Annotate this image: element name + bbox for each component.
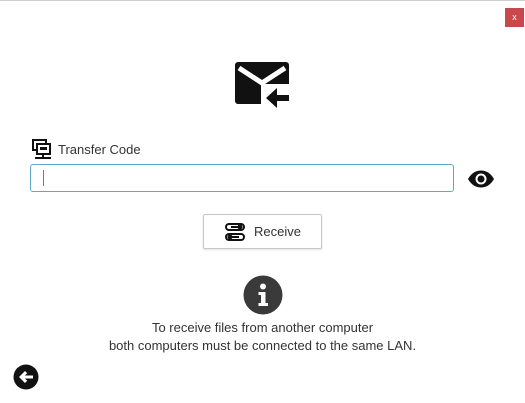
lan-icon bbox=[32, 139, 51, 159]
text-caret bbox=[43, 170, 44, 186]
transfer-code-label: Transfer Code bbox=[58, 141, 141, 157]
route-icon bbox=[225, 222, 246, 241]
lan-info-message: To receive files from another computer b… bbox=[0, 319, 525, 355]
transfer-code-input[interactable] bbox=[30, 164, 454, 192]
receive-button-label: Receive bbox=[254, 224, 301, 239]
close-button[interactable]: x bbox=[505, 8, 524, 27]
mark-email-received-icon bbox=[235, 62, 291, 114]
info-circle-icon bbox=[243, 275, 283, 315]
info-line-2: both computers must be connected to the … bbox=[108, 338, 417, 353]
window-top-border bbox=[0, 0, 525, 1]
eye-icon[interactable] bbox=[467, 170, 495, 188]
receive-button[interactable]: Receive bbox=[203, 214, 322, 249]
arrow-left-circle-icon[interactable] bbox=[13, 364, 39, 390]
transfer-code-label-row: Transfer Code bbox=[32, 139, 141, 159]
info-line-1: To receive files from another computer bbox=[151, 320, 374, 335]
receive-page: x Transfer Code Receive To receive files… bbox=[0, 0, 525, 403]
